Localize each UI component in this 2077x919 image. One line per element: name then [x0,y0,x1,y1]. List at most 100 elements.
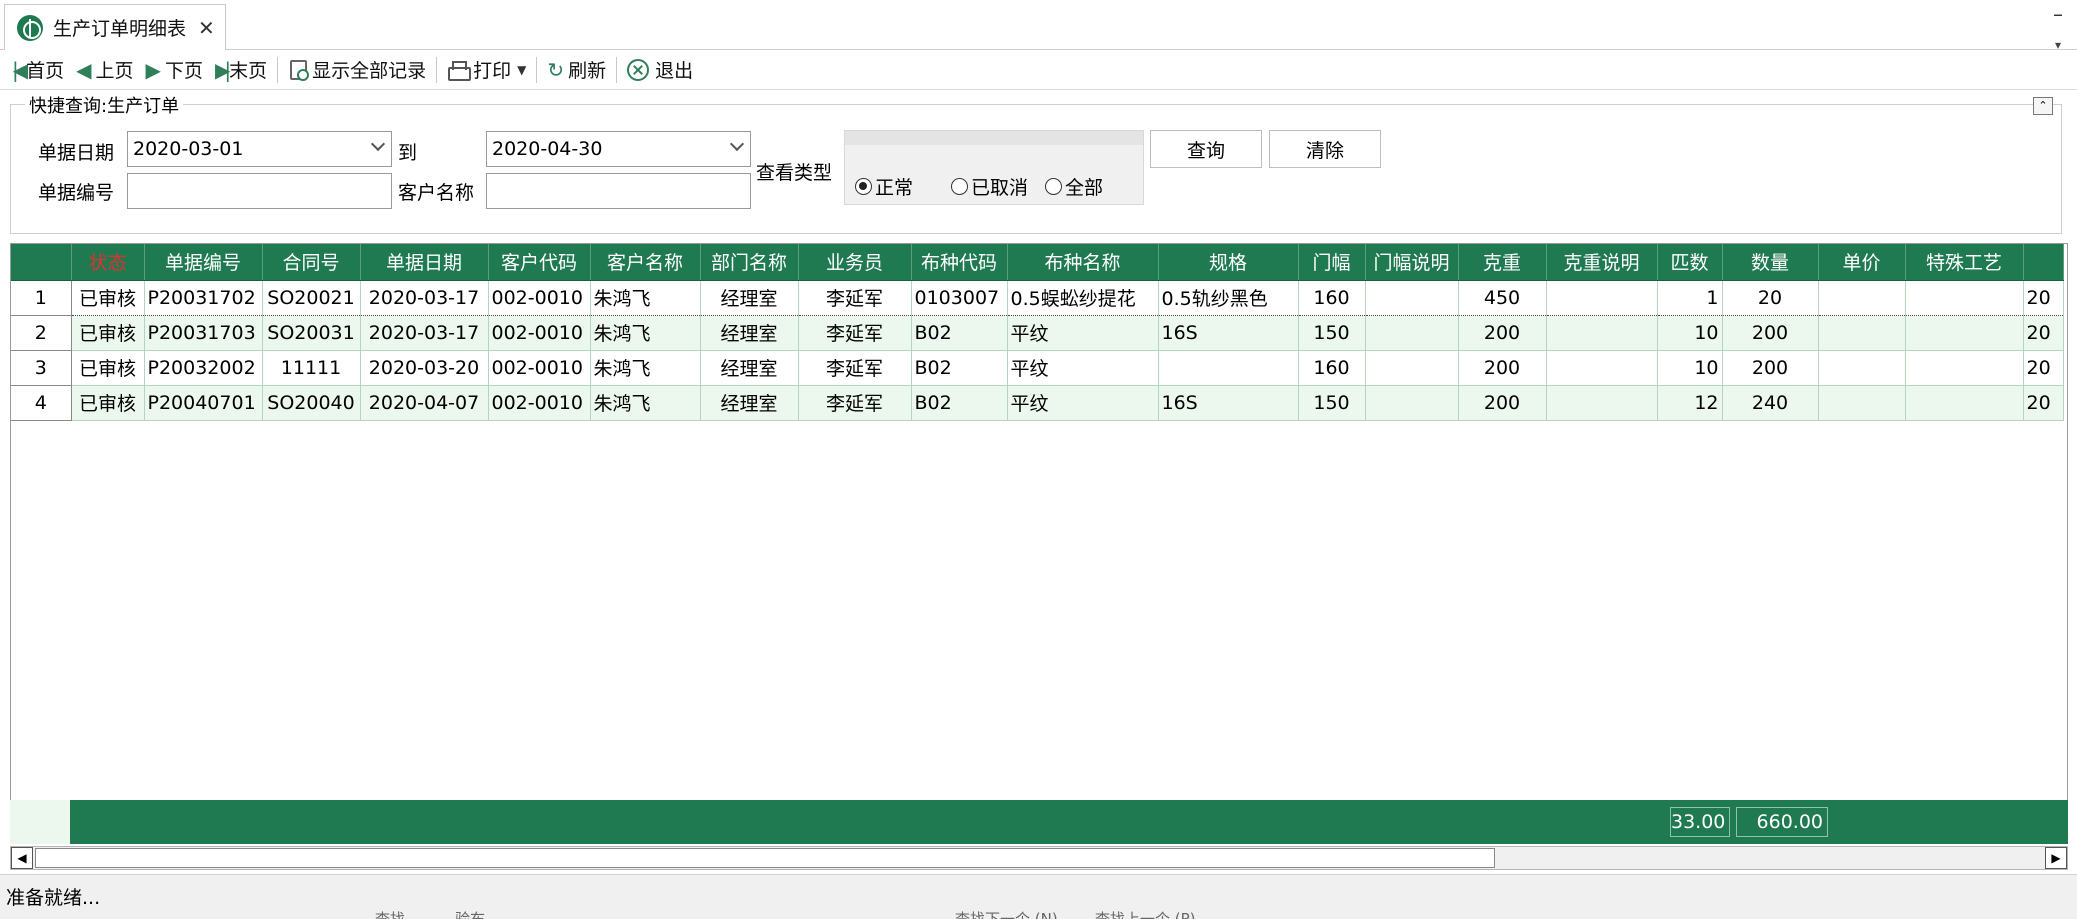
last-page-button[interactable]: 末页 [209,53,273,87]
refresh-button[interactable]: ↻ 刷新 [541,53,612,87]
cell-special-process[interactable] [1905,385,2024,421]
cell-pieces[interactable]: 1 [1657,279,1723,316]
cell-status[interactable]: 已审核 [71,315,145,351]
cell-salesperson[interactable]: 李延军 [798,350,912,386]
close-icon[interactable]: ✕ [198,16,215,40]
cell-weight-note[interactable] [1546,279,1658,316]
cell-quantity[interactable]: 240 [1722,385,1819,421]
column-header-contract-no[interactable]: 合同号 [262,244,361,281]
cell-customer-code[interactable]: 002-0010 [488,279,591,316]
cell-customer-code[interactable]: 002-0010 [488,350,591,386]
cell-fabric-name[interactable]: 平纹 [1007,350,1159,386]
column-header-customer-code[interactable]: 客户代码 [488,244,591,281]
cell-weight[interactable]: 200 [1458,385,1547,421]
column-header-weight-note[interactable]: 克重说明 [1546,244,1658,281]
cell-width[interactable]: 150 [1298,315,1366,351]
cell-salesperson[interactable]: 李延军 [798,385,912,421]
column-header-doc-no[interactable]: 单据编号 [144,244,263,281]
cell-status[interactable]: 已审核 [71,385,145,421]
first-page-button[interactable]: 首页 [6,53,70,87]
cell-doc-no[interactable]: P20031702 [144,279,263,316]
cell-unit-price[interactable] [1818,385,1906,421]
cell-width[interactable]: 160 [1298,279,1366,316]
column-header-special-process[interactable]: 特殊工艺 [1905,244,2024,281]
table-row[interactable]: 1 已审核 P20031702 SO20021 2020-03-17 002-0010 朱鸿… [11,279,2064,316]
column-header-width[interactable]: 门幅 [1298,244,1366,281]
row-number[interactable]: 4 [11,385,72,421]
cell-width-note[interactable] [1365,350,1459,386]
cell-customer-name[interactable]: 朱鸿飞 [590,315,701,351]
cell-weight-note[interactable] [1546,385,1658,421]
cell-fabric-code[interactable]: B02 [911,350,1008,386]
cell-doc-date[interactable]: 2020-03-20 [360,350,489,386]
cell-department[interactable]: 经理室 [700,315,799,351]
cell-customer-name[interactable]: 朱鸿飞 [590,385,701,421]
cell-weight-note[interactable] [1546,315,1658,351]
cell-doc-date[interactable]: 2020-03-17 [360,315,489,351]
cell-overflow[interactable]: 20 [2023,385,2064,421]
cell-spec[interactable]: 16S [1158,315,1299,351]
cell-doc-date[interactable]: 2020-04-07 [360,385,489,421]
scrollbar-thumb[interactable] [35,848,1495,868]
cell-quantity[interactable]: 200 [1722,350,1819,386]
cell-department[interactable]: 经理室 [700,385,799,421]
cell-fabric-code[interactable]: B02 [911,315,1008,351]
cell-width-note[interactable] [1365,315,1459,351]
table-row[interactable]: 2 已审核 P20031703 SO20031 2020-03-17 002-0010 朱鸿… [11,315,2064,351]
collapse-icon[interactable]: ⌃ [2033,97,2053,115]
cell-quantity[interactable]: 200 [1722,315,1819,351]
cell-customer-code[interactable]: 002-0010 [488,385,591,421]
column-header-fabric-code[interactable]: 布种代码 [911,244,1008,281]
cell-doc-date[interactable]: 2020-03-17 [360,279,489,316]
column-header-fabric-name[interactable]: 布种名称 [1007,244,1159,281]
cell-salesperson[interactable]: 李延军 [798,279,912,316]
prev-page-button[interactable]: 上页 [70,53,139,87]
cell-department[interactable]: 经理室 [700,279,799,316]
next-page-button[interactable]: 下页 [140,53,209,87]
search-button[interactable]: 查询 [1150,130,1262,168]
column-header-unit-price[interactable]: 单价 [1818,244,1906,281]
caret-down-icon[interactable]: ▼ [517,63,526,77]
cell-weight[interactable]: 200 [1458,315,1547,351]
tab-production-order-detail[interactable]: 生产订单明细表 ✕ [4,4,226,50]
column-header-quantity[interactable]: 数量 [1722,244,1819,281]
customer-name-input[interactable] [486,173,751,209]
table-row[interactable]: 3 已审核 P20032002 11111 2020-03-20 002-0010 朱鸿飞经… [11,350,2064,386]
cell-department[interactable]: 经理室 [700,350,799,386]
exit-button[interactable]: 退出 [621,53,699,87]
cell-status[interactable]: 已审核 [71,279,145,316]
radio-cancelled[interactable]: 已取消 [951,173,1028,200]
column-header-salesperson[interactable]: 业务员 [798,244,912,281]
cell-width-note[interactable] [1365,279,1459,316]
show-all-records-button[interactable]: 显示全部记录 [282,53,432,87]
cell-fabric-code[interactable]: 0103007 [911,279,1008,316]
cell-quantity[interactable]: 20 [1722,279,1819,316]
radio-normal[interactable]: 正常 [855,173,913,200]
cell-unit-price[interactable] [1818,315,1906,351]
cell-fabric-name[interactable]: 平纹 [1007,385,1159,421]
row-number[interactable]: 2 [11,315,72,351]
column-header-width-note[interactable]: 门幅说明 [1365,244,1459,281]
column-header-spec[interactable]: 规格 [1158,244,1299,281]
row-number[interactable]: 3 [11,350,72,386]
cell-special-process[interactable] [1905,279,2024,316]
cell-doc-no[interactable]: P20031703 [144,315,263,351]
column-header-weight[interactable]: 克重 [1458,244,1547,281]
cell-status[interactable]: 已审核 [71,350,145,386]
cell-overflow[interactable]: 20 [2023,315,2064,351]
cell-special-process[interactable] [1905,315,2024,351]
column-header-status[interactable]: 状态 [71,244,145,281]
cell-overflow[interactable]: 20 [2023,350,2064,386]
cell-unit-price[interactable] [1818,279,1906,316]
clear-button[interactable]: 清除 [1269,130,1381,168]
order-grid[interactable]: 状态 单据编号 合同号 单据日期 客户代码 客户名称 部门名称 业务员 布种代码… [10,243,2068,843]
scroll-right-icon[interactable]: ▶ [2045,847,2067,869]
cell-weight-note[interactable] [1546,350,1658,386]
cell-fabric-code[interactable]: B02 [911,385,1008,421]
cell-spec[interactable]: 16S [1158,385,1299,421]
cell-weight[interactable]: 450 [1458,279,1547,316]
date-from-select[interactable]: 2020-03-01 [127,131,392,167]
table-row[interactable]: 4 已审核 P20040701 SO20040 2020-04-07 002-0010 朱鸿… [11,385,2064,421]
row-number[interactable]: 1 [11,279,72,316]
cell-width[interactable]: 160 [1298,350,1366,386]
